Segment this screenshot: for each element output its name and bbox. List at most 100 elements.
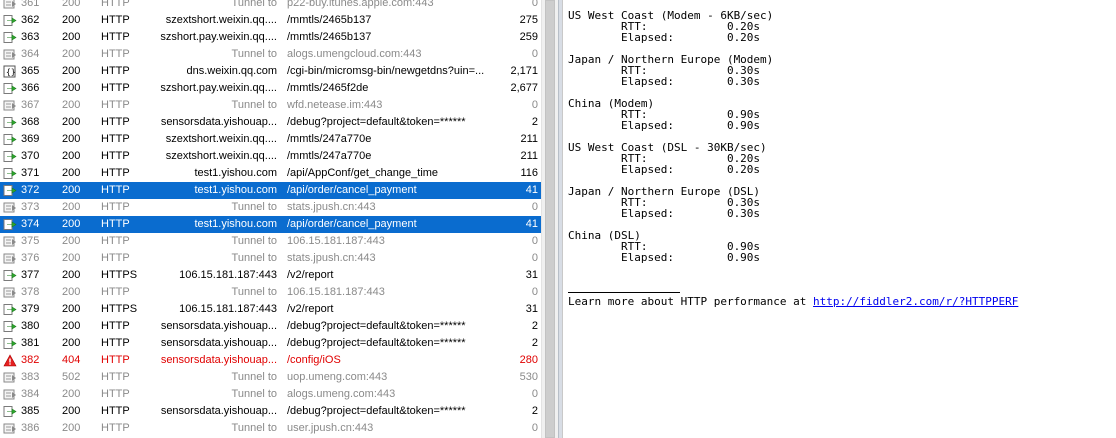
session-body-size: 31 bbox=[525, 303, 538, 315]
session-number: 372 bbox=[21, 184, 40, 196]
session-url: /mmtls/247a770e bbox=[287, 150, 372, 162]
session-url: /debug?project=default&token=****** bbox=[287, 405, 466, 417]
tunnel-icon bbox=[3, 233, 19, 250]
tunnel-icon bbox=[3, 199, 19, 216]
session-result: 200 bbox=[62, 167, 81, 179]
perf-line: Elapsed: 0.30s bbox=[568, 75, 761, 88]
session-protocol: HTTP bbox=[101, 133, 130, 145]
session-host: Tunnel to bbox=[231, 0, 277, 9]
session-protocol: HTTP bbox=[101, 405, 130, 417]
session-result: 200 bbox=[62, 320, 81, 332]
session-body-size: 2 bbox=[531, 337, 538, 349]
scrollbar-thumb[interactable] bbox=[545, 0, 555, 438]
session-row[interactable]: 376 200 HTTP Tunnel to stats.jpush.cn:443 0 bbox=[0, 250, 541, 267]
session-host: test1.yishou.com bbox=[194, 167, 277, 179]
session-body-size: 280 bbox=[519, 354, 538, 366]
session-row[interactable]: 372 200 HTTP test1.yishou.com/api/order/can… bbox=[0, 182, 541, 199]
session-result: 200 bbox=[62, 116, 81, 128]
session-url: /debug?project=default&token=****** bbox=[287, 320, 466, 332]
session-result: 200 bbox=[62, 0, 81, 9]
session-url: stats.jpush.cn:443 bbox=[287, 252, 376, 264]
session-host: Tunnel to bbox=[231, 388, 277, 400]
session-protocol: HTTP bbox=[101, 337, 130, 349]
session-row[interactable]: 364 200 HTTP Tunnel to alogs.umengcloud.com:… bbox=[0, 46, 541, 63]
performance-estimate-panel: US West Coast (Modem - 6KB/sec) RTT: 0.2… bbox=[562, 0, 1116, 438]
session-number: 370 bbox=[21, 150, 40, 162]
session-result: 200 bbox=[62, 133, 81, 145]
session-url: /config/iOS bbox=[287, 354, 341, 366]
session-row[interactable]: {} 365 200 HTTP dns.weixin.qq.com/cgi-bin/mi… bbox=[0, 63, 541, 80]
session-number: 375 bbox=[21, 235, 40, 247]
session-row[interactable]: 381 200 HTTP sensorsdata.yishouap... /debug?… bbox=[0, 335, 541, 352]
session-result: 404 bbox=[62, 354, 81, 366]
session-body-size: 0 bbox=[531, 201, 538, 213]
session-result: 200 bbox=[62, 422, 81, 434]
session-body-size: 0 bbox=[531, 388, 538, 400]
session-number: 368 bbox=[21, 116, 40, 128]
response-arrow-icon bbox=[3, 131, 19, 148]
perf-line: Elapsed: 0.90s bbox=[568, 251, 761, 264]
response-arrow-icon bbox=[3, 403, 19, 420]
session-number: 384 bbox=[21, 388, 40, 400]
session-row[interactable]: 383 502 HTTP Tunnel to uop.umeng.com:443 530 bbox=[0, 369, 541, 386]
session-row[interactable]: 377 200 HTTPS 106.15.181.187:443/v2/report 3… bbox=[0, 267, 541, 284]
session-host: sensorsdata.yishouap... bbox=[160, 116, 277, 128]
session-row[interactable]: 370 200 HTTP szextshort.weixin.qq.... /mmtls… bbox=[0, 148, 541, 165]
session-row[interactable]: 361 200 HTTP Tunnel to p22-buy.itunes.apple.… bbox=[0, 0, 541, 12]
session-row[interactable]: 384 200 HTTP Tunnel to alogs.umeng.com:443 0 bbox=[0, 386, 541, 403]
session-number: 376 bbox=[21, 252, 40, 264]
session-host: 106.15.181.187:443 bbox=[179, 269, 277, 281]
session-row[interactable]: 368 200 HTTP sensorsdata.yishouap... /debug?… bbox=[0, 114, 541, 131]
session-row[interactable]: 362 200 HTTP szextshort.weixin.qq.... /mmtls… bbox=[0, 12, 541, 29]
session-url: /mmtls/2465b137 bbox=[287, 31, 372, 43]
session-url: /mmtls/2465f2de bbox=[287, 82, 369, 94]
session-url: alogs.umengcloud.com:443 bbox=[287, 48, 422, 60]
session-result: 200 bbox=[62, 388, 81, 400]
session-row[interactable]: 375 200 HTTP Tunnel to 106.15.181.187:443 0 bbox=[0, 233, 541, 250]
session-protocol: HTTP bbox=[101, 320, 130, 332]
session-number: 381 bbox=[21, 337, 40, 349]
session-body-size: 0 bbox=[531, 48, 538, 60]
session-url: /api/AppConf/get_change_time bbox=[287, 167, 439, 179]
session-body-size: 0 bbox=[531, 235, 538, 247]
session-row[interactable]: 379 200 HTTPS 106.15.181.187:443/v2/report 3… bbox=[0, 301, 541, 318]
session-body-size: 259 bbox=[519, 31, 538, 43]
session-number: 374 bbox=[21, 218, 40, 230]
session-result: 200 bbox=[62, 269, 81, 281]
session-row[interactable]: 367 200 HTTP Tunnel to wfd.netease.im:443 0 bbox=[0, 97, 541, 114]
session-row[interactable]: 380 200 HTTP sensorsdata.yishouap... /debug?… bbox=[0, 318, 541, 335]
session-host: test1.yishou.com bbox=[194, 218, 277, 230]
httpperf-link[interactable]: http://fiddler2.com/r/?HTTPPERF bbox=[813, 295, 1018, 308]
session-result: 200 bbox=[62, 303, 81, 315]
sessions-scrollbar[interactable] bbox=[541, 0, 558, 438]
tunnel-icon bbox=[3, 46, 19, 63]
session-row[interactable]: 374 200 HTTP test1.yishou.com/api/order/can… bbox=[0, 216, 541, 233]
session-protocol: HTTP bbox=[101, 388, 130, 400]
session-host: Tunnel to bbox=[231, 48, 277, 60]
session-url: user.jpush.cn:443 bbox=[287, 422, 374, 434]
session-result: 200 bbox=[62, 65, 81, 77]
session-url: /v2/report bbox=[287, 303, 334, 315]
tunnel-icon bbox=[3, 386, 19, 403]
session-row[interactable]: 385 200 HTTP sensorsdata.yishouap... /debug?… bbox=[0, 403, 541, 420]
session-number: 369 bbox=[21, 133, 40, 145]
session-row[interactable]: 382 404 HTTP sensorsdata.yishouap... /config… bbox=[0, 352, 541, 369]
session-body-size: 2 bbox=[531, 116, 538, 128]
response-arrow-icon bbox=[3, 335, 19, 352]
session-row[interactable]: 363 200 HTTP szshort.pay.weixin.qq.... /mmtl… bbox=[0, 29, 541, 46]
session-body-size: 2 bbox=[531, 405, 538, 417]
session-row[interactable]: 366 200 HTTP szshort.pay.weixin.qq.... /mmtl… bbox=[0, 80, 541, 97]
session-row[interactable]: 373 200 HTTP Tunnel to stats.jpush.cn:443 0 bbox=[0, 199, 541, 216]
session-number: 377 bbox=[21, 269, 40, 281]
session-url: /v2/report bbox=[287, 269, 334, 281]
session-row[interactable]: 371 200 HTTP test1.yishou.com/api/AppConf/g… bbox=[0, 165, 541, 182]
session-url: stats.jpush.cn:443 bbox=[287, 201, 376, 213]
session-row[interactable]: 378 200 HTTP Tunnel to 106.15.181.187:443 0 bbox=[0, 284, 541, 301]
response-arrow-icon bbox=[3, 182, 19, 199]
session-row[interactable]: 369 200 HTTP szextshort.weixin.qq.... /mmtls… bbox=[0, 131, 541, 148]
session-body-size: 0 bbox=[531, 99, 538, 111]
session-row[interactable]: 386 200 HTTP Tunnel to user.jpush.cn:443 0 bbox=[0, 420, 541, 437]
session-protocol: HTTP bbox=[101, 116, 130, 128]
session-url: /api/order/cancel_payment bbox=[287, 218, 417, 230]
sessions-list[interactable]: 361 200 HTTP Tunnel to p22-buy.itunes.apple.… bbox=[0, 0, 541, 438]
